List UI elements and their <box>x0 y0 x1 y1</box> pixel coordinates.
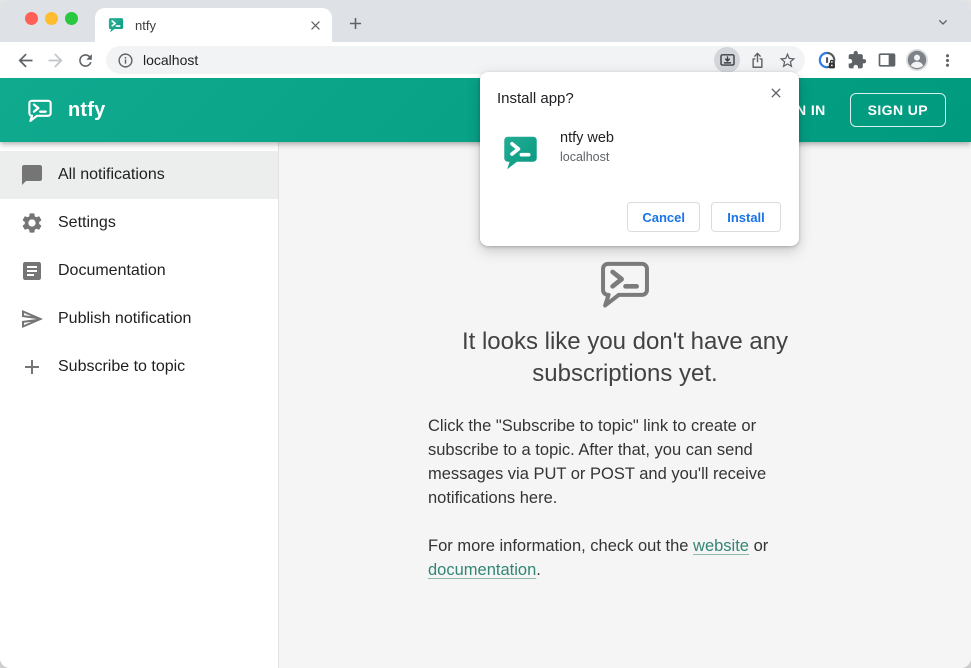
sidebar-item-all-notifications[interactable]: All notifications <box>0 151 278 199</box>
address-bar[interactable]: localhost <box>106 46 805 74</box>
documentation-link[interactable]: documentation <box>428 561 536 579</box>
browser-window: ntfy localhost ntfy IN SIGN UP All notif… <box>0 0 971 668</box>
empty-state-heading: It looks like you don't have any subscri… <box>461 328 789 388</box>
empty-state-text: Click the "Subscribe to topic" link to c… <box>428 414 822 582</box>
minimize-window-button[interactable] <box>45 12 58 25</box>
sidebar-item-settings[interactable]: Settings <box>0 199 278 247</box>
sidebar: All notifications Settings Documentation… <box>0 142 279 668</box>
side-panel-icon[interactable] <box>873 46 901 74</box>
sidebar-item-label: Documentation <box>58 262 166 279</box>
tab-search-chevron-icon[interactable] <box>931 10 955 34</box>
window-controls <box>25 12 78 25</box>
new-tab-button[interactable] <box>342 10 368 36</box>
close-window-button[interactable] <box>25 12 38 25</box>
sidebar-item-publish-notification[interactable]: Publish notification <box>0 295 278 343</box>
dialog-actions: Cancel Install <box>627 202 781 232</box>
sign-up-button[interactable]: SIGN UP <box>849 93 946 127</box>
sidebar-item-documentation[interactable]: Documentation <box>0 247 278 295</box>
dialog-close-icon[interactable] <box>764 81 788 105</box>
install-app-dialog: Install app? ntfy web localhost Cancel I… <box>480 72 799 246</box>
empty-state-paragraph-1: Click the "Subscribe to topic" link to c… <box>428 417 767 508</box>
ntfy-app-icon <box>500 132 541 173</box>
back-button[interactable] <box>10 45 40 75</box>
article-icon <box>20 259 44 283</box>
bookmark-star-icon[interactable] <box>774 47 800 73</box>
dialog-app-name: ntfy web <box>560 130 614 146</box>
refresh-button[interactable] <box>70 45 100 75</box>
send-icon <box>20 307 44 331</box>
page-info-icon[interactable] <box>117 52 134 69</box>
ntfy-favicon-icon <box>107 16 125 34</box>
tab-close-icon[interactable] <box>306 16 324 34</box>
sidebar-item-label: Subscribe to topic <box>58 358 186 375</box>
sidebar-item-label: Publish notification <box>58 310 192 327</box>
gear-icon <box>20 211 44 235</box>
chat-bubble-icon <box>20 163 44 187</box>
forward-button[interactable] <box>40 45 70 75</box>
password-manager-extension-icon[interactable] <box>813 46 841 74</box>
sidebar-item-label: Settings <box>58 214 116 231</box>
brand-name: ntfy <box>68 98 106 121</box>
ntfy-logo-icon <box>25 95 55 125</box>
sidebar-item-subscribe-to-topic[interactable]: Subscribe to topic <box>0 343 278 391</box>
zoom-window-button[interactable] <box>65 12 78 25</box>
profile-avatar[interactable] <box>903 46 931 74</box>
website-link[interactable]: website <box>693 537 749 555</box>
install-button[interactable]: Install <box>711 202 781 232</box>
dialog-title: Install app? <box>497 90 574 107</box>
tab-strip: ntfy <box>0 0 971 42</box>
cancel-button[interactable]: Cancel <box>627 202 700 232</box>
plus-icon <box>20 355 44 379</box>
url-text: localhost <box>143 52 199 68</box>
install-app-icon[interactable] <box>714 47 740 73</box>
dialog-app-origin: localhost <box>560 150 610 164</box>
ntfy-terminal-bubble-icon <box>594 252 656 314</box>
tab-title: ntfy <box>135 17 156 33</box>
share-icon[interactable] <box>744 47 770 73</box>
browser-menu-kebab-icon[interactable] <box>933 46 961 74</box>
sidebar-item-label: All notifications <box>58 166 165 183</box>
browser-tab-ntfy[interactable]: ntfy <box>95 8 332 42</box>
empty-state-paragraph-2: For more information, check out the webs… <box>428 537 769 580</box>
extensions-puzzle-icon[interactable] <box>843 46 871 74</box>
